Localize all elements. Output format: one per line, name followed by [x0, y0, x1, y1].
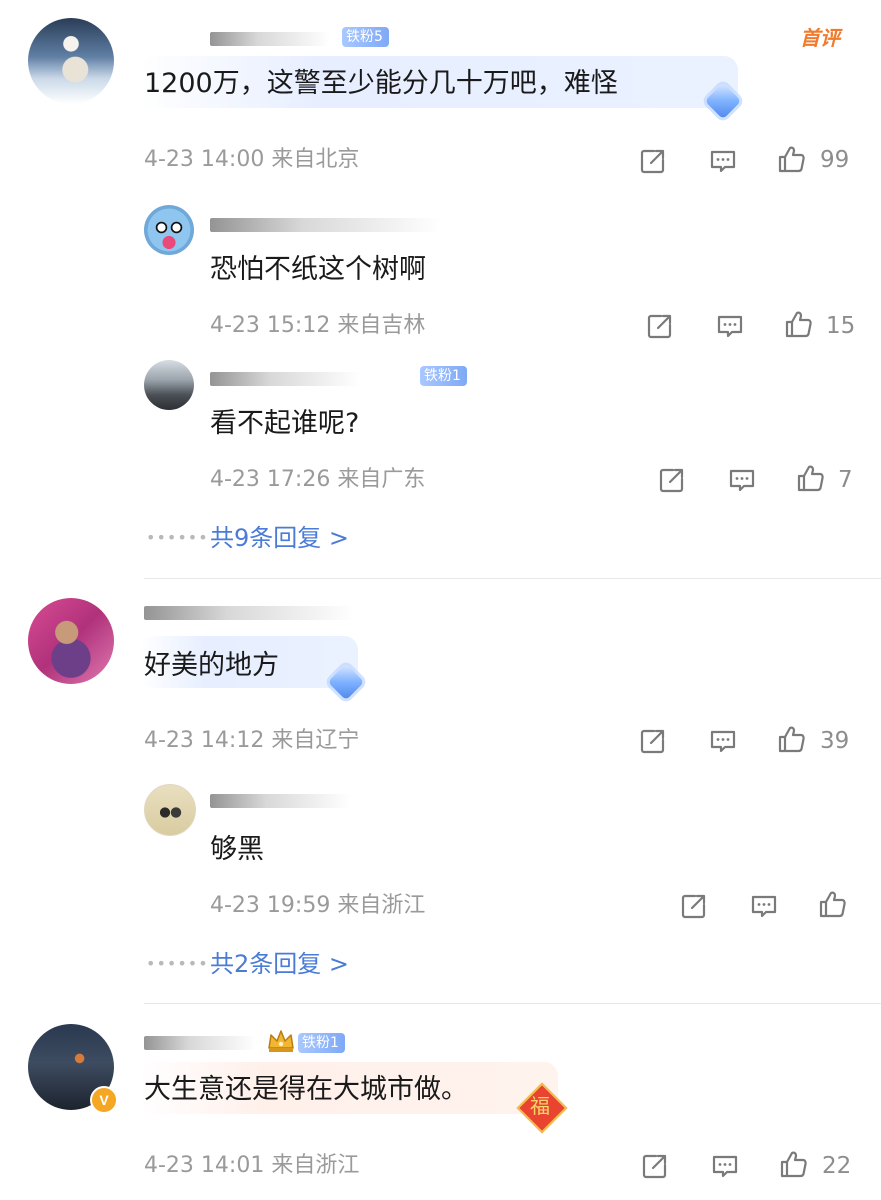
comment-time: 4-23 14:00: [144, 147, 265, 172]
username-redacted[interactable]: [144, 606, 354, 620]
comment-location: 来自辽宁: [271, 728, 360, 753]
reply-location: 来自浙江: [337, 893, 426, 918]
reply-meta: 4-23 19:59 来自浙江: [210, 892, 425, 920]
like-icon[interactable]: [778, 1149, 808, 1179]
comment-text: 1200万，这警至少能分几十万吧，难怪: [144, 68, 618, 99]
comment-meta: 4-23 14:01 来自浙江: [144, 1152, 359, 1180]
comment-time: 4-23 14:01: [144, 1153, 265, 1178]
like-icon[interactable]: [795, 463, 825, 493]
like-count: 99: [820, 147, 850, 173]
like-count: 15: [826, 313, 856, 339]
fan-badge: 铁粉5: [342, 27, 389, 47]
like-count: 7: [838, 467, 853, 493]
comment-icon[interactable]: [708, 726, 738, 756]
username-redacted[interactable]: [210, 218, 440, 232]
comment-location: 来自浙江: [271, 1153, 360, 1178]
share-icon[interactable]: [638, 726, 668, 756]
reply-text: 看不起谁呢?: [210, 408, 360, 439]
reply-meta: 4-23 17:26 来自广东: [210, 466, 425, 494]
like-icon[interactable]: [776, 144, 806, 174]
share-icon[interactable]: [638, 146, 668, 176]
comment-location: 来自北京: [271, 147, 360, 172]
reply-location: 来自广东: [337, 467, 426, 492]
first-comment-tag: 首评: [800, 26, 840, 50]
share-icon[interactable]: [679, 891, 709, 921]
comment-icon[interactable]: [727, 465, 757, 495]
like-count: 39: [820, 728, 850, 754]
divider: [144, 1003, 881, 1004]
reply-avatar[interactable]: [144, 360, 194, 410]
comment-meta: 4-23 14:12 来自辽宁: [144, 727, 359, 755]
verified-badge: V: [90, 1086, 118, 1114]
share-icon[interactable]: [657, 465, 687, 495]
avatar[interactable]: [28, 18, 114, 104]
view-more-replies-link[interactable]: 共9条回复 >: [210, 522, 349, 554]
view-more-replies-link[interactable]: 共2条回复 >: [210, 948, 349, 980]
like-count: 22: [822, 1153, 852, 1179]
fan-badge: 铁粉1: [298, 1033, 345, 1053]
comment-text: 好美的地方: [144, 650, 279, 681]
share-icon[interactable]: [640, 1151, 670, 1181]
comment-icon[interactable]: [749, 891, 779, 921]
username-redacted[interactable]: [210, 32, 330, 46]
share-icon[interactable]: [645, 311, 675, 341]
username-redacted[interactable]: [144, 1036, 256, 1050]
reply-time: 4-23 19:59: [210, 893, 331, 918]
comment-icon[interactable]: [715, 311, 745, 341]
reply-text: 够黑: [210, 834, 264, 865]
avatar[interactable]: [28, 598, 114, 684]
divider: [144, 578, 881, 579]
dots-separator: ••••••: [146, 528, 209, 547]
like-icon[interactable]: [776, 724, 806, 754]
like-icon[interactable]: [817, 889, 847, 919]
username-redacted[interactable]: [210, 372, 360, 386]
reply-avatar[interactable]: [144, 205, 194, 255]
crown-icon: [266, 1028, 296, 1054]
reply-meta: 4-23 15:12 来自吉林: [210, 312, 425, 340]
reply-text: 恐怕不纸这个树啊: [210, 254, 426, 285]
comment-icon[interactable]: [708, 146, 738, 176]
reply-avatar[interactable]: [144, 784, 196, 836]
comment-text: 大生意还是得在大城市做。: [144, 1074, 468, 1105]
reply-time: 4-23 17:26: [210, 467, 331, 492]
reply-location: 来自吉林: [337, 313, 426, 338]
like-icon[interactable]: [783, 309, 813, 339]
fu-badge-text: 福: [530, 1094, 550, 1118]
username-redacted[interactable]: [210, 794, 350, 808]
comment-time: 4-23 14:12: [144, 728, 265, 753]
comment-icon[interactable]: [710, 1151, 740, 1181]
dots-separator: ••••••: [146, 954, 209, 973]
reply-time: 4-23 15:12: [210, 313, 331, 338]
comment-meta: 4-23 14:00 来自北京: [144, 146, 359, 174]
fan-badge: 铁粉1: [420, 366, 467, 386]
